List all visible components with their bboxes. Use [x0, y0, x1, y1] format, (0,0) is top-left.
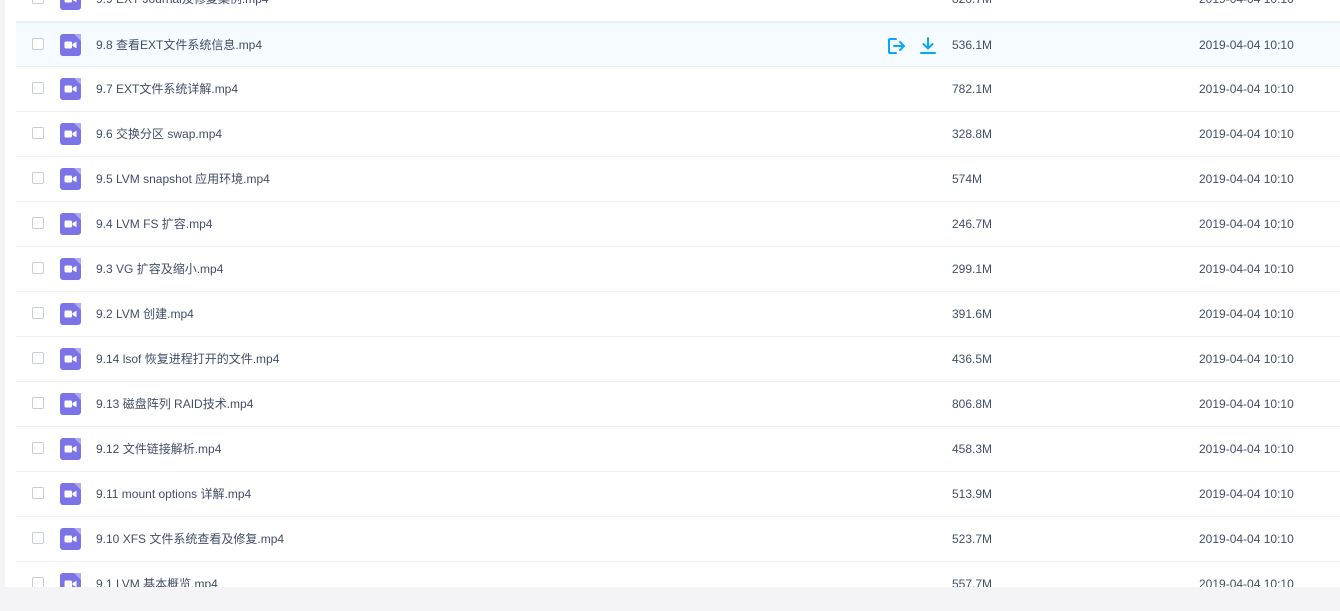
file-row[interactable]: 9.1 LVM 基本概览.mp4 557.7M 2019-04-04 10:10 — [16, 562, 1340, 587]
bottom-bar — [0, 587, 1340, 611]
row-checkbox[interactable] — [32, 442, 44, 454]
row-checkbox[interactable] — [32, 38, 44, 50]
file-size: 557.7M — [952, 577, 993, 587]
video-file-icon — [60, 168, 81, 190]
file-row[interactable]: 9.3 VG 扩容及缩小.mp4 299.1M 2019-04-04 10:10 — [16, 247, 1340, 292]
file-date: 2019-04-04 10:10 — [1199, 532, 1294, 546]
row-checkbox[interactable] — [32, 397, 44, 409]
video-file-icon — [60, 528, 81, 550]
file-size: 246.7M — [952, 217, 993, 231]
file-date: 2019-04-04 10:10 — [1199, 217, 1294, 231]
file-name[interactable]: 9.5 LVM snapshot 应用环境.mp4 — [96, 157, 270, 202]
file-size: 574M — [952, 172, 983, 186]
file-name[interactable]: 9.12 文件链接解析.mp4 — [96, 427, 221, 472]
file-row[interactable]: 9.7 EXT文件系统详解.mp4 782.1M 2019-04-04 10:10 — [16, 67, 1340, 112]
row-checkbox[interactable] — [32, 172, 44, 184]
file-size: 806.8M — [952, 397, 993, 411]
file-name[interactable]: 9.13 磁盘阵列 RAID技术.mp4 — [96, 382, 253, 427]
row-checkbox[interactable] — [32, 217, 44, 229]
file-size: 782.1M — [952, 82, 993, 96]
video-file-icon — [60, 438, 81, 460]
row-checkbox[interactable] — [32, 577, 44, 587]
file-row[interactable]: 9.14 lsof 恢复进程打开的文件.mp4 436.5M 2019-04-04 … — [16, 337, 1340, 382]
row-checkbox[interactable] — [32, 82, 44, 94]
video-file-icon — [60, 393, 81, 415]
file-date: 2019-04-04 10:10 — [1199, 38, 1294, 52]
file-date: 2019-04-04 10:10 — [1199, 352, 1294, 366]
file-size: 436.5M — [952, 352, 993, 366]
row-checkbox[interactable] — [32, 127, 44, 139]
file-date: 2019-04-04 10:10 — [1199, 577, 1294, 587]
video-file-icon — [60, 483, 81, 505]
row-checkbox[interactable] — [32, 0, 44, 4]
file-date: 2019-04-04 10:10 — [1199, 307, 1294, 321]
file-date: 2019-04-04 10:10 — [1199, 262, 1294, 276]
file-list-viewport: 9.9 EXT Journal及修复案例.mp4 820.7M 2019-04-04… — [0, 0, 1340, 587]
file-row[interactable]: 9.13 磁盘阵列 RAID技术.mp4 806.8M 2019-04-04 10:… — [16, 382, 1340, 427]
file-row[interactable]: 9.11 mount options 详解.mp4 513.9M 2019-04-0… — [16, 472, 1340, 517]
file-name[interactable]: 9.7 EXT文件系统详解.mp4 — [96, 67, 238, 112]
video-file-icon — [60, 213, 81, 235]
video-file-icon — [60, 0, 81, 10]
video-file-icon — [60, 78, 81, 100]
left-gutter — [0, 0, 5, 587]
video-file-icon — [60, 34, 81, 56]
file-date: 2019-04-04 10:10 — [1199, 82, 1294, 96]
file-size: 458.3M — [952, 442, 993, 456]
file-date: 2019-04-04 10:10 — [1199, 127, 1294, 141]
row-checkbox[interactable] — [32, 532, 44, 544]
file-name[interactable]: 9.2 LVM 创建.mp4 — [96, 292, 194, 337]
file-row[interactable]: 9.6 交换分区 swap.mp4 328.8M 2019-04-04 10:10 — [16, 112, 1340, 157]
file-date: 2019-04-04 10:10 — [1199, 397, 1294, 411]
file-date: 2019-04-04 10:10 — [1199, 0, 1294, 22]
video-file-icon — [60, 303, 81, 325]
file-size: 299.1M — [952, 262, 993, 276]
file-row[interactable]: 9.9 EXT Journal及修复案例.mp4 820.7M 2019-04-04… — [16, 0, 1340, 22]
row-checkbox[interactable] — [32, 307, 44, 319]
file-row[interactable]: 9.4 LVM FS 扩容.mp4 246.7M 2019-04-04 10:10 — [16, 202, 1340, 247]
file-date: 2019-04-04 10:10 — [1199, 172, 1294, 186]
file-size: 391.6M — [952, 307, 993, 321]
file-row[interactable]: 9.5 LVM snapshot 应用环境.mp4 574M 2019-04-04 … — [16, 157, 1340, 202]
row-checkbox[interactable] — [32, 487, 44, 499]
row-actions — [886, 36, 938, 56]
video-file-icon — [60, 573, 81, 587]
file-name[interactable]: 9.4 LVM FS 扩容.mp4 — [96, 202, 212, 247]
video-file-icon — [60, 348, 81, 370]
file-name[interactable]: 9.11 mount options 详解.mp4 — [96, 472, 251, 517]
file-date: 2019-04-04 10:10 — [1199, 487, 1294, 501]
file-name[interactable]: 9.8 查看EXT文件系统信息.mp4 — [96, 23, 262, 68]
file-size: 536.1M — [952, 38, 993, 52]
file-name[interactable]: 9.10 XFS 文件系统查看及修复.mp4 — [96, 517, 284, 562]
video-file-icon — [60, 123, 81, 145]
file-list: 9.9 EXT Journal及修复案例.mp4 820.7M 2019-04-04… — [16, 0, 1340, 587]
file-size: 513.9M — [952, 487, 993, 501]
file-name[interactable]: 9.9 EXT Journal及修复案例.mp4 — [96, 0, 269, 22]
file-row[interactable]: 9.10 XFS 文件系统查看及修复.mp4 523.7M 2019-04-04 1… — [16, 517, 1340, 562]
file-name[interactable]: 9.14 lsof 恢复进程打开的文件.mp4 — [96, 337, 279, 382]
file-name[interactable]: 9.6 交换分区 swap.mp4 — [96, 112, 222, 157]
file-row[interactable]: 9.12 文件链接解析.mp4 458.3M 2019-04-04 10:10 — [16, 427, 1340, 472]
row-checkbox[interactable] — [32, 262, 44, 274]
file-size: 523.7M — [952, 532, 993, 546]
download-icon[interactable] — [918, 36, 938, 56]
file-row[interactable]: 9.8 查看EXT文件系统信息.mp4 536.1M 2019-04-04 10:1… — [16, 22, 1340, 67]
file-row[interactable]: 9.2 LVM 创建.mp4 391.6M 2019-04-04 10:10 — [16, 292, 1340, 337]
file-name[interactable]: 9.1 LVM 基本概览.mp4 — [96, 562, 218, 587]
file-name[interactable]: 9.3 VG 扩容及缩小.mp4 — [96, 247, 223, 292]
file-size: 328.8M — [952, 127, 993, 141]
row-checkbox[interactable] — [32, 352, 44, 364]
file-date: 2019-04-04 10:10 — [1199, 442, 1294, 456]
video-file-icon — [60, 258, 81, 280]
share-icon[interactable] — [886, 36, 906, 56]
file-size: 820.7M — [952, 0, 992, 22]
